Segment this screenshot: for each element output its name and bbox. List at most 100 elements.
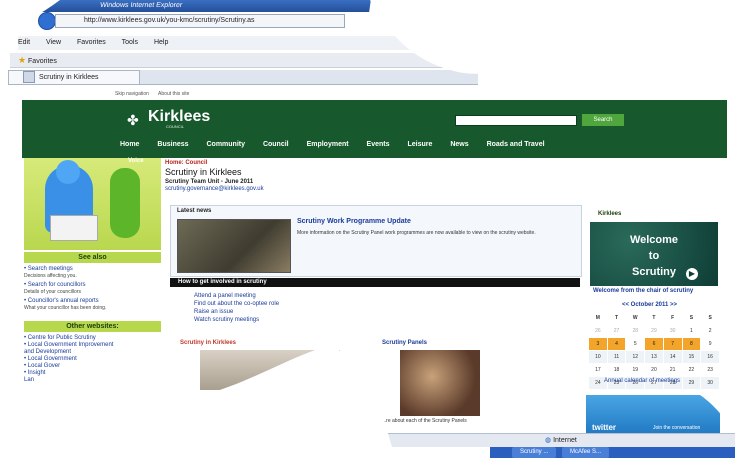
calendar-day: 2: [700, 324, 720, 338]
external-link[interactable]: Lan: [24, 377, 164, 384]
get-involved-links: Attend a panel meeting Find out about th…: [194, 292, 279, 324]
scrutiny-kirklees-heading[interactable]: Scrutiny in Kirklees: [180, 340, 236, 346]
external-link[interactable]: • Centre for Public Scrutiny: [24, 335, 164, 342]
team-label: Scrutiny Team Unit - June 2011: [165, 179, 254, 185]
search-meetings-link[interactable]: • Search meetings: [24, 266, 164, 273]
nav-council[interactable]: Council: [263, 141, 289, 148]
tab-bar: Scrutiny in Kirklees: [8, 70, 478, 85]
calendar-day-event[interactable]: 3: [588, 337, 608, 351]
favorites-bar: ★ Favorites: [10, 53, 450, 68]
welcome-line: Scrutiny: [631, 266, 676, 278]
play-icon[interactable]: ▶: [686, 268, 698, 280]
nav-home[interactable]: Home: [120, 141, 139, 148]
calendar-day: 1: [681, 324, 702, 338]
calendar-day-header: T: [644, 311, 664, 325]
tab-scrutiny[interactable]: Scrutiny in Kirklees: [8, 70, 140, 84]
status-bar: ◍ Internet: [380, 433, 735, 447]
see-also-heading: See also: [24, 252, 161, 263]
news-summary: More information on the Scrutiny Panel w…: [297, 230, 536, 236]
nav-roads-travel[interactable]: Roads and Travel: [487, 141, 545, 148]
tab-label: Scrutiny in Kirklees: [39, 74, 99, 81]
welcome-caption-link[interactable]: Welcome from the chair of scrutiny: [593, 288, 693, 294]
external-link[interactable]: • Local Government: [24, 356, 164, 363]
calendar-day-header: M: [588, 311, 608, 325]
menu-item-tools[interactable]: Tools: [122, 39, 138, 46]
skip-navigation-link[interactable]: Skip navigation: [115, 91, 149, 97]
panels-text: ...re about each of the Scrutiny Panels: [382, 418, 467, 424]
calendar-day-header: W: [625, 311, 646, 325]
back-button[interactable]: [38, 12, 56, 30]
link-description: What your councillor has been doing.: [24, 305, 107, 311]
calendar-day: 23: [700, 363, 720, 377]
external-link[interactable]: and Development: [24, 349, 164, 356]
kirklees-logo-icon: ✤: [127, 112, 139, 128]
menu-item-edit[interactable]: Edit: [18, 39, 30, 46]
welcome-line: Welcome: [629, 234, 679, 246]
main-nav: Home Business Community Council Employme…: [120, 141, 561, 148]
calendar-day-event[interactable]: 8: [681, 337, 702, 351]
calendar-day: 14: [662, 350, 683, 364]
see-also-list: • Search meetings Decisions affecting yo…: [24, 266, 164, 314]
nav-employment[interactable]: Employment: [307, 141, 349, 148]
search-button[interactable]: Search: [582, 114, 624, 126]
nav-events[interactable]: Events: [367, 141, 390, 148]
calendar-day-header: S: [700, 311, 720, 325]
nav-business[interactable]: Business: [157, 141, 188, 148]
email-link[interactable]: scrutiny.governance@kirklees.gov.uk: [165, 186, 264, 192]
site-header: [22, 100, 727, 158]
watch-meetings-link[interactable]: Watch scrutiny meetings: [194, 316, 279, 324]
calendar-day: 26: [588, 324, 608, 338]
calendar-day-event[interactable]: 7: [662, 337, 683, 351]
green-figure: [110, 168, 140, 238]
welcome-video[interactable]: Welcome to Scrutiny: [590, 222, 718, 286]
kirklees-small-logo: Kirklees: [598, 211, 622, 217]
taskbar-item-mcafee[interactable]: McAfee S...: [562, 447, 610, 458]
menu-item-view[interactable]: View: [46, 39, 61, 46]
calendar-day: 13: [644, 350, 664, 364]
about-site-link[interactable]: About this site: [158, 91, 189, 97]
page-title: Scrutiny in Kirklees: [165, 167, 242, 177]
external-link[interactable]: • Local Gover: [24, 363, 164, 370]
calendar-day: 15: [681, 350, 702, 364]
search-councillors-link[interactable]: • Search for councillors: [24, 282, 164, 289]
twitter-logo: twitter: [592, 423, 616, 432]
councillor-reports-link[interactable]: • Councillor's annual reports: [24, 298, 164, 305]
utility-links: Skip navigation About this site: [115, 91, 197, 97]
news-photo[interactable]: [177, 219, 291, 273]
menu-item-favorites[interactable]: Favorites: [77, 39, 106, 46]
co-optee-link[interactable]: Find out about the co-optee role: [194, 300, 279, 308]
calendar-day-header: S: [681, 311, 702, 325]
raise-issue-link[interactable]: Raise an issue: [194, 308, 279, 316]
annual-calendar-link[interactable]: Annual calendar of meetings: [604, 378, 680, 384]
twitter-join-text: Join the conversation: [653, 425, 701, 431]
calendar-day: 30: [662, 324, 683, 338]
window-title-bar: Windows Internet Explorer: [39, 0, 371, 12]
menu-bar: Edit View Favorites Tools Help: [18, 36, 438, 50]
calendar-day: 29: [681, 376, 702, 390]
logo-subtitle: COUNCIL: [166, 124, 185, 129]
hero-tag: Voice: [128, 158, 144, 164]
attend-meeting-link[interactable]: Attend a panel meeting: [194, 292, 279, 300]
address-bar[interactable]: http://www.kirklees.gov.uk/you-kmc/scrut…: [55, 14, 345, 28]
taskbar-item-browser[interactable]: Scrutiny ...: [512, 447, 557, 458]
calendar-day-header: F: [662, 311, 683, 325]
calendar-month-nav[interactable]: << October 2011 >>: [622, 302, 677, 308]
calendar-day-event[interactable]: 6: [644, 337, 664, 351]
calendar-day: 19: [625, 363, 646, 377]
favorites-button[interactable]: Favorites: [28, 58, 57, 65]
nav-leisure[interactable]: Leisure: [407, 141, 432, 148]
nav-news[interactable]: News: [450, 141, 468, 148]
taskbar: Scrutiny ... McAfee S...: [490, 447, 735, 458]
search-input[interactable]: [455, 115, 577, 126]
other-websites-list: • Centre for Public Scrutiny • Local Gov…: [24, 335, 164, 384]
security-zone: Internet: [553, 437, 577, 444]
menu-item-help[interactable]: Help: [154, 39, 168, 46]
calendar-day: 28: [625, 324, 646, 338]
external-link[interactable]: • Local Government Improvement: [24, 342, 164, 349]
news-headline-link[interactable]: Scrutiny Work Programme Update: [297, 218, 411, 225]
nav-community[interactable]: Community: [206, 141, 245, 148]
breadcrumb[interactable]: Home: Council: [165, 160, 207, 166]
external-link[interactable]: • Insight: [24, 370, 164, 377]
scrutiny-panels-heading[interactable]: Scrutiny Panels: [382, 340, 427, 346]
calendar-day-event[interactable]: 4: [606, 337, 627, 351]
